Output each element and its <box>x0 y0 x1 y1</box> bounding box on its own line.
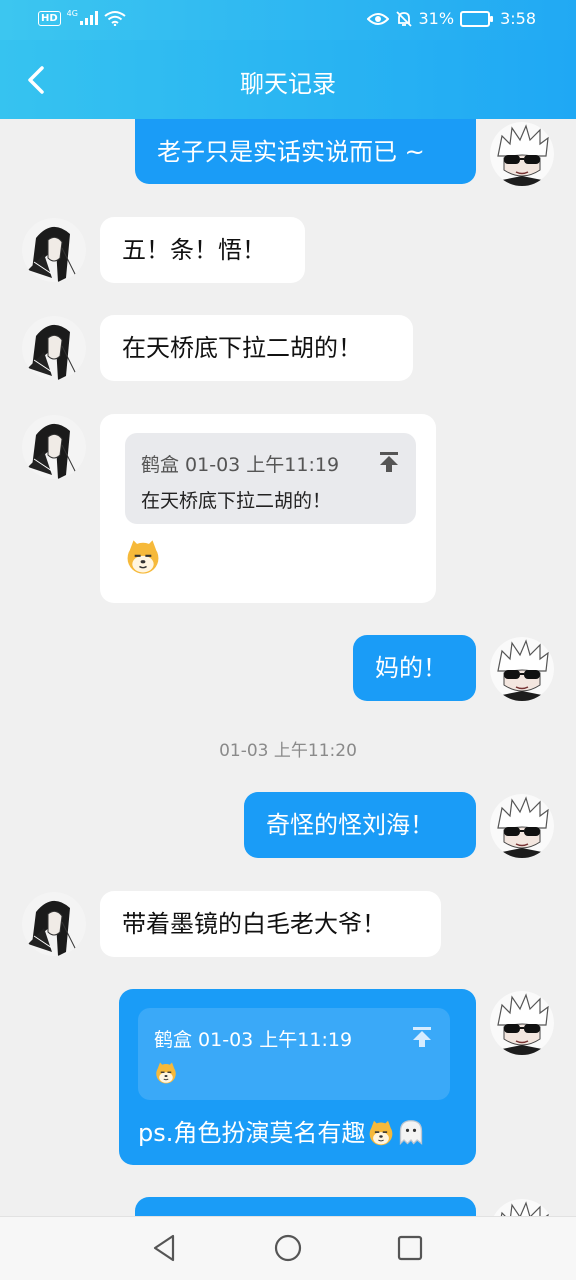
message-text: ps.角色扮演莫名有趣 <box>138 1119 366 1147</box>
message-text: 在天桥底下拉二胡的！ <box>122 334 362 362</box>
chat-history-header: 聊天记录 <box>0 40 576 119</box>
battery-icon <box>460 10 494 27</box>
message-text: 五！条！悟！ <box>122 236 266 264</box>
quote-sender-time: 鹤盒 01-03 上午11:19 <box>141 454 340 476</box>
network-gen: 4G <box>66 8 78 18</box>
quote-sender-time: 鹤盒 01-03 上午11:19 <box>154 1029 353 1051</box>
shiba-emoji-icon <box>155 1061 177 1085</box>
clock: 3:58 <box>500 9 536 28</box>
avatar-self[interactable] <box>490 122 554 186</box>
wifi-icon <box>104 11 126 26</box>
triangle-back-icon[interactable] <box>150 1233 180 1263</box>
shiba-emoji-icon <box>126 539 160 575</box>
avatar-self[interactable] <box>490 1199 554 1216</box>
message-bubble-outgoing[interactable] <box>135 1197 476 1216</box>
shiba-emoji-icon <box>369 1119 394 1147</box>
quoted-message[interactable]: 鹤盒 01-03 上午11:19 在天桥底下拉二胡的！ <box>125 433 416 524</box>
jump-to-top-icon[interactable] <box>410 1025 434 1049</box>
quote-text: 在天桥底下拉二胡的！ <box>141 490 332 512</box>
timestamp-divider: 01-03 上午11:20 <box>219 741 357 761</box>
system-nav-bar <box>0 1216 576 1280</box>
message-bubble-incoming[interactable]: 五！条！悟！ <box>100 217 305 283</box>
avatar-other[interactable] <box>22 892 86 956</box>
page-title: 聊天记录 <box>240 70 336 98</box>
message-text: 老子只是实话实说而已 ~ <box>157 137 425 166</box>
avatar-other[interactable] <box>22 316 86 380</box>
reply-message-bubble-incoming[interactable]: 鹤盒 01-03 上午11:19 在天桥底下拉二胡的！ <box>100 414 436 603</box>
message-bubble-outgoing[interactable]: 老子只是实话实说而已 ~ <box>135 119 476 184</box>
message-text: 妈的！ <box>375 654 447 682</box>
message-text: 带着墨镜的白毛老大爷！ <box>122 910 386 938</box>
message-bubble-outgoing[interactable]: 奇怪的怪刘海！ <box>244 792 476 858</box>
message-bubble-incoming[interactable]: 带着墨镜的白毛老大爷！ <box>100 891 441 957</box>
avatar-self[interactable] <box>490 637 554 701</box>
battery-percent: 31% <box>418 9 455 28</box>
reply-message-bubble-outgoing[interactable]: 鹤盒 01-03 上午11:19 ps.角色扮演莫名有趣 <box>119 989 476 1165</box>
avatar-self[interactable] <box>490 794 554 858</box>
hd-indicator: HD <box>38 10 61 26</box>
quoted-message[interactable]: 鹤盒 01-03 上午11:19 <box>138 1008 450 1100</box>
message-bubble-outgoing[interactable]: 妈的！ <box>353 635 476 701</box>
signal-icon <box>79 11 98 25</box>
message-content: ps.角色扮演莫名有趣 <box>138 1117 425 1149</box>
avatar-other[interactable] <box>22 218 86 282</box>
message-bubble-incoming[interactable]: 在天桥底下拉二胡的！ <box>100 315 413 381</box>
circle-home-icon[interactable] <box>273 1233 303 1263</box>
avatar-other[interactable] <box>22 415 86 479</box>
avatar-self[interactable] <box>490 991 554 1055</box>
jump-to-top-icon[interactable] <box>377 450 401 474</box>
chat-history-list[interactable]: 老子只是实话实说而已 ~ 五！条！悟！ 在天桥底下拉二胡的！ 鹤盒 01-03 … <box>0 119 576 1216</box>
square-recents-icon[interactable] <box>395 1233 425 1263</box>
mute-bell-icon <box>395 10 412 27</box>
status-bar: HD 4G 31% 3:58 <box>0 0 576 40</box>
ghost-emoji-icon <box>400 1120 423 1145</box>
message-text: 奇怪的怪刘海！ <box>266 811 434 839</box>
eye-icon <box>366 12 389 25</box>
